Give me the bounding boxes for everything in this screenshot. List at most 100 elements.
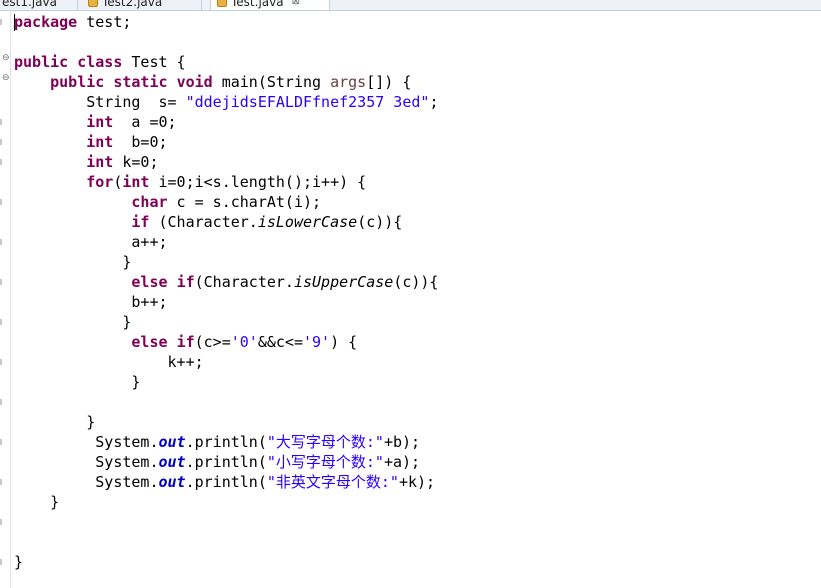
code-text: &&c<= xyxy=(257,333,303,351)
code-text: .println( xyxy=(185,453,267,471)
gutter-mark xyxy=(0,319,2,325)
keyword: public xyxy=(14,53,69,71)
code-text: (c)){ xyxy=(393,273,439,291)
parameter: args xyxy=(330,73,367,91)
code-line: } xyxy=(14,252,814,272)
string-literal: "小写字母个数:" xyxy=(266,453,384,471)
code-text: (Character. xyxy=(194,273,294,291)
keyword: int xyxy=(86,113,114,131)
code-text: a =0; xyxy=(113,113,177,131)
static-method: isLowerCase xyxy=(257,213,358,231)
code-text: (c>= xyxy=(194,333,231,351)
keyword: int xyxy=(86,133,114,151)
close-tab-icon[interactable]: ⊠ xyxy=(292,0,300,10)
code-text: +k); xyxy=(398,473,436,491)
code-line: k++; xyxy=(14,352,814,372)
fold-collapse-icon[interactable]: ⊖ xyxy=(2,73,10,83)
code-text: Test { xyxy=(122,53,186,71)
code-text: a++; xyxy=(131,233,168,251)
code-line: int a =0; xyxy=(14,112,814,132)
keyword: int xyxy=(86,153,114,171)
code-line: if (Character.isLowerCase(c)){ xyxy=(14,212,814,232)
code-line: a++; xyxy=(14,232,814,252)
gutter-mark xyxy=(0,159,2,165)
gutter-mark xyxy=(0,479,2,485)
tab-label: Test2.java xyxy=(102,0,163,9)
keyword: if xyxy=(131,213,150,231)
code-text: } xyxy=(122,253,132,271)
code-line: } xyxy=(14,312,814,332)
static-field: out xyxy=(158,453,186,471)
java-file-icon xyxy=(88,0,98,7)
tab-test-active[interactable]: Test.java ⊠ xyxy=(210,0,330,10)
code-text: .println( xyxy=(185,433,267,451)
code-line: char c = s.charAt(i); xyxy=(14,192,814,212)
code-text: .println( xyxy=(185,473,267,491)
code-text: System. xyxy=(95,433,159,451)
keyword: if xyxy=(176,333,195,351)
string-literal: "大写字母个数:" xyxy=(266,433,384,451)
keyword: else xyxy=(131,333,168,351)
static-method: isUpperCase xyxy=(293,273,394,291)
gutter-mark xyxy=(0,239,2,245)
fold-collapse-icon[interactable]: ⊖ xyxy=(2,53,10,63)
gutter-mark xyxy=(0,119,2,125)
code-text: []) { xyxy=(366,73,412,91)
code-line: } xyxy=(14,412,814,432)
keyword: class xyxy=(77,53,123,71)
code-text: System. xyxy=(95,453,159,471)
gutter-mark xyxy=(0,559,2,565)
gutter-mark xyxy=(0,279,2,285)
code-text: } xyxy=(122,313,132,331)
code-line: } xyxy=(14,492,814,512)
code-text: String s= xyxy=(14,93,186,111)
code-text: i=0;i<s.length();i++) { xyxy=(149,173,367,191)
code-line: System.out.println("大写字母个数:"+b); xyxy=(14,432,814,452)
code-text: test; xyxy=(77,13,132,31)
keyword: static xyxy=(113,73,168,91)
gutter-mark xyxy=(0,399,2,405)
code-line: System.out.println("小写字母个数:"+a); xyxy=(14,452,814,472)
keyword: for xyxy=(86,173,114,191)
code-text: } xyxy=(131,373,141,391)
code-line: else if(c>='0'&&c<='9') { xyxy=(14,332,814,352)
code-text: +a); xyxy=(383,453,421,471)
keyword: public xyxy=(50,73,105,91)
code-text: c = s.charAt(i); xyxy=(167,193,322,211)
char-literal: '0' xyxy=(230,333,258,351)
code-editor[interactable]: package test; public class Test { public… xyxy=(14,12,814,572)
gutter-mark xyxy=(0,19,2,25)
gutter-mark xyxy=(0,139,2,145)
code-text: ; xyxy=(429,93,439,111)
editor-gutter: ⊖ ⊖ xyxy=(0,11,11,588)
code-line: else if(Character.isUpperCase(c)){ xyxy=(14,272,814,292)
code-line: public class Test { xyxy=(14,52,814,72)
code-line: b++; xyxy=(14,292,814,312)
tab-test1[interactable]: est1.java xyxy=(0,0,78,10)
code-text: k=0; xyxy=(113,153,159,171)
gutter-mark xyxy=(0,519,2,525)
code-text: +b); xyxy=(383,433,421,451)
code-text: } xyxy=(86,413,96,431)
code-text: System. xyxy=(95,473,159,491)
code-text: ) { xyxy=(330,333,358,351)
code-line: String s= "ddejidsEFALDFfnef2357 3ed"; xyxy=(14,92,814,112)
code-line: package test; xyxy=(14,12,814,32)
tab-test2[interactable]: Test2.java xyxy=(82,0,202,10)
string-literal: "非英文字母个数:" xyxy=(266,473,399,491)
code-text: main(String xyxy=(212,73,331,91)
keyword: void xyxy=(176,73,213,91)
